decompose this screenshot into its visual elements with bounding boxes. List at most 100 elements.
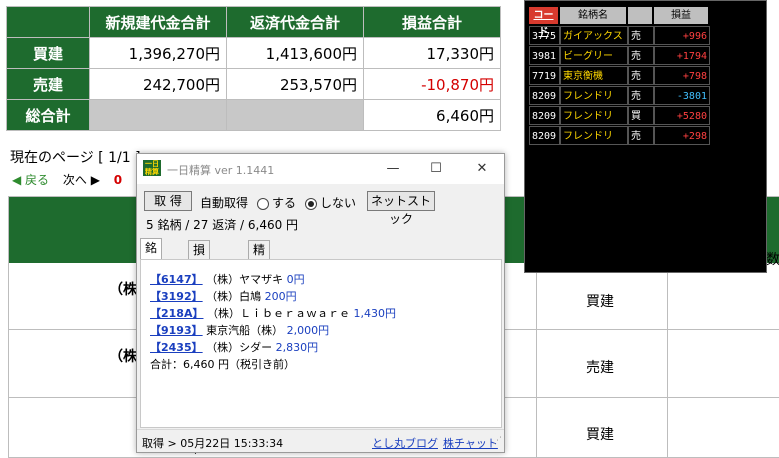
minimize-button[interactable]: — [381,158,405,180]
status-bar: 取得 > 05月22日 15:33:34 とし丸ブログ 株チャット ⋰ [137,429,504,452]
ticker-row: 3981 ビーグリー売 +1794 [529,46,733,65]
pl-amount: -10,870円 [363,68,501,100]
ticker-code: 8209 [529,86,560,105]
ticker-name: ビーグリー [560,46,628,65]
stock-code-link[interactable]: 【6147】 [150,273,203,286]
ticker-name: フレンドリ [560,126,628,145]
header-fragment: 数 [766,252,779,268]
fetch-button[interactable]: 取 得 [144,191,192,211]
list-item: 【9193】 東京汽船（株） 2,000円 [150,322,329,338]
back-link[interactable]: ◀ 戻る [12,173,49,187]
ticker-panel: コード 銘柄名 損益 3775 ガイアックス売 +996 3981 ビーグリー売 +179… [524,0,767,273]
close-amount: 1,413,600円 [226,37,364,69]
row-label: 総合計 [6,99,90,131]
radio-yes[interactable]: する [257,194,296,211]
summary-line: 5 銘柄 / 27 返済 / 6,460 円 [146,218,299,232]
close-button[interactable]: ✕ [470,158,494,180]
ticker-side: 売 [628,26,654,45]
header-new: 新規建代金合計 [89,6,227,38]
ticker-code: 7719 [529,66,560,85]
stock-amount: 1,430円 [353,307,396,320]
blog-link[interactable]: とし丸ブログ [372,435,438,451]
list-item: 【3192】 （株）白鳩 200円 [150,288,297,304]
radio-no[interactable]: しない [305,194,356,211]
ticker-pl: +1794 [654,46,710,65]
maximize-button[interactable]: ☐ [424,158,448,180]
row-label: 売建 [6,68,90,100]
list-item: 【6147】 （株）ヤマザキ 0円 [150,271,305,287]
next-link[interactable]: 次へ ▶ [63,173,100,187]
stock-amount: 2,830円 [275,341,319,354]
ticker-pl: +996 [654,26,710,45]
ticker-side: 売 [628,86,654,105]
ticker-pl: +5280 [654,106,710,125]
stock-code-link[interactable]: 【2435】 [150,341,203,354]
auto-fetch-label: 自動取得 [200,196,249,210]
tab-settlement[interactable]: 精算表 [248,240,271,295]
ticker-code: 8209 [529,126,560,145]
stock-code-link[interactable]: 【218A】 [150,307,203,320]
pager: ◀ 戻る 次へ ▶ 0 [12,171,132,188]
stock-name: （株）白鳩 [206,290,262,303]
page-info: 現在のページ [ 1/1 ] [10,150,141,166]
stock-name: （株）Ｌｉｂｅｒａｗａｒｅ [206,307,350,320]
tab-pl-trend[interactable]: 損益推移 [188,240,211,314]
total-line: 合計：6,460 円（税引き前） [150,358,295,371]
summary-table: 新規建代金合計 返済代金合計 損益合計 買建 1,396,270円 1,413,… [6,6,501,131]
ticker-header-name: 銘柄名 [560,7,626,24]
ticker-name: ガイアックス [560,26,628,45]
ichinichi-seisan-window: 一日精算 一日精算 ver 1.1441 — ☐ ✕ 取 得 自動取得 する し… [136,153,505,453]
list-item: 【218A】 （株）Ｌｉｂｅｒａｗａｒｅ 1,430円 [150,305,396,321]
resize-grip-icon[interactable]: ⋰ [493,436,502,446]
ticker-row: 3775 ガイアックス売 +996 [529,26,733,45]
table-row: 総合計 6,460円 [6,99,501,131]
ticker-row: 8209 フレンドリ買 +5280 [529,106,733,125]
new-amount: 1,396,270円 [89,37,227,69]
summary-corner [6,6,90,38]
ticker-side: 買 [628,106,654,125]
ticker-row: 8209 フレンドリ売 -3801 [529,86,733,105]
window-title: 一日精算 ver 1.1441 [167,164,275,177]
stock-code-link[interactable]: 【3192】 [150,290,203,303]
header-close: 返済代金合計 [226,6,364,38]
row-label: 買建 [6,37,90,69]
ticker-pl: -3801 [654,86,710,105]
stock-name: （株）シダー [206,341,273,354]
action-cell: 買建 [586,294,614,310]
ticker-code: 3981 [529,46,560,65]
ticker-name: フレンドリ [560,86,628,105]
stock-name: （株）ヤマザキ [206,273,284,286]
ticker-side: 売 [628,126,654,145]
stock-name: 東京汽船（株） [206,324,284,337]
list-item: 【2435】 （株）シダー 2,830円 [150,339,318,355]
pl-amount: 6,460円 [363,99,501,131]
app-icon: 一日精算 [143,160,161,176]
divider [536,263,537,457]
by-stock-panel: 【6147】 （株）ヤマザキ 0円 【3192】 （株）白鳩 200円 【218… [140,259,502,428]
pl-amount: 17,330円 [363,37,501,69]
ticker-row: 7719 東京衡機売 +798 [529,66,733,85]
action-cell: 売建 [586,360,614,376]
new-amount [89,99,227,131]
tab-by-stock[interactable]: 銘柄別 [140,238,163,293]
stock-code-link[interactable]: 【9193】 [150,324,203,337]
radio-no-icon [305,197,317,210]
ticker-code: 3775 [529,26,560,45]
divider [667,263,668,457]
stock-amount: 200円 [264,290,297,303]
radio-no-label: しない [320,196,357,210]
status-text: 取得 > 05月22日 15:33:34 [142,437,284,450]
ticker-header-code: コード [529,7,558,38]
net-stock-button[interactable]: ネットストック [367,191,435,226]
table-row: 売建 242,700円 253,570円 -10,870円 [6,68,501,100]
ticker-pl: +298 [654,126,710,145]
action-cell: 買建 [586,427,614,443]
page-fragment: 0 [113,173,123,187]
chat-link[interactable]: 株チャット [443,435,498,451]
ticker-header-side [628,7,652,24]
new-amount: 242,700円 [89,68,227,100]
stock-amount: 2,000円 [286,324,330,337]
ticker-pl: +798 [654,66,710,85]
ticker-row: 8209 フレンドリ売 +298 [529,126,733,145]
title-bar[interactable]: 一日精算 一日精算 ver 1.1441 — ☐ ✕ [137,154,504,184]
